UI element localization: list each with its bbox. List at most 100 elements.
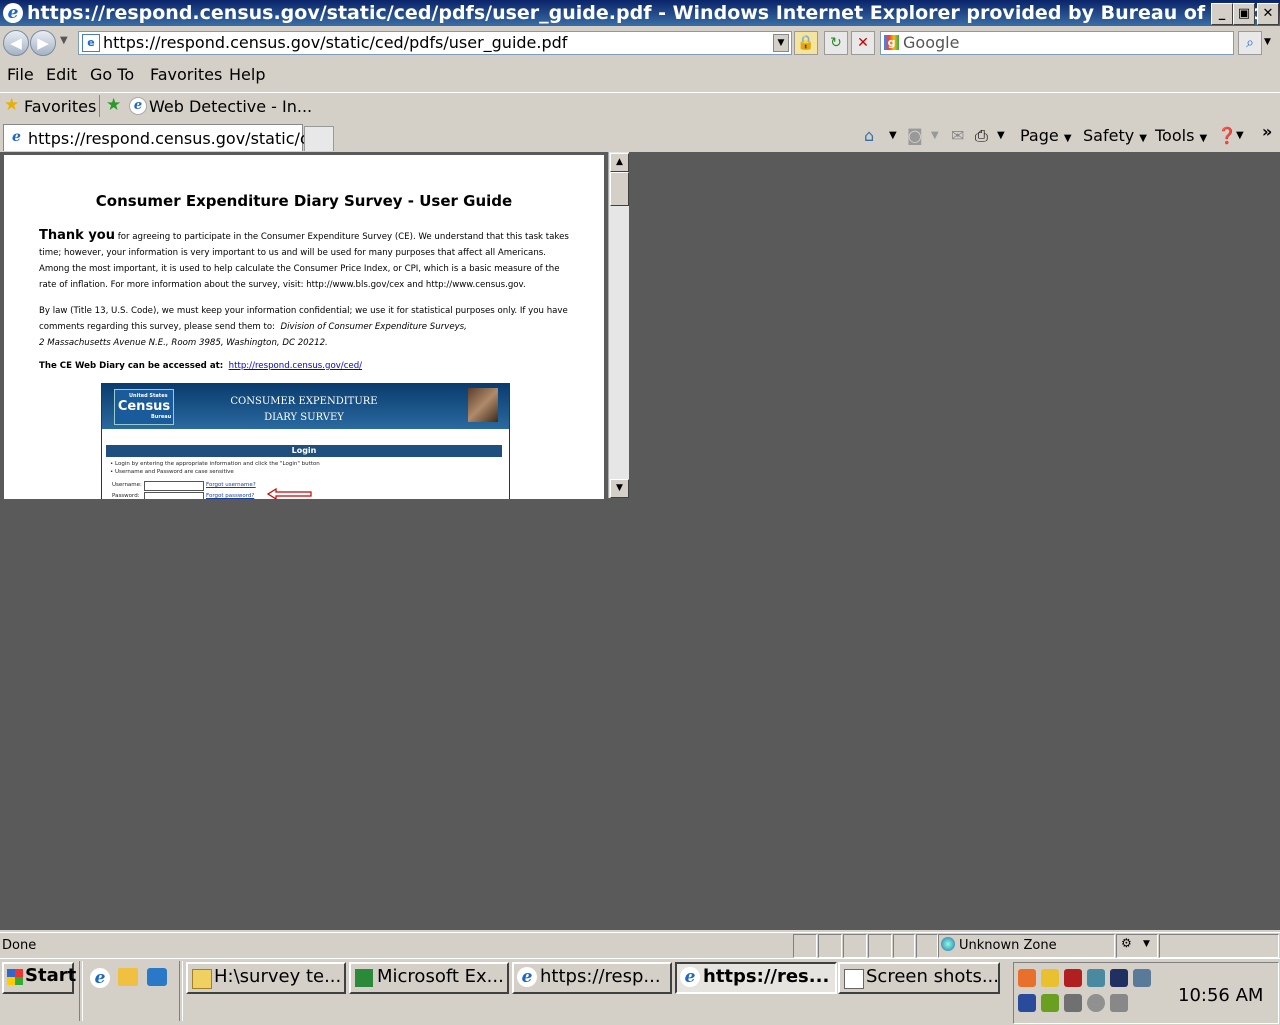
maximize-button[interactable]: ▣	[1233, 3, 1255, 25]
username-label: Username:	[112, 482, 142, 488]
quicklaunch-desktop-icon[interactable]	[147, 968, 167, 986]
back-button[interactable]: ◀	[3, 30, 29, 56]
password-label: Password:	[112, 493, 140, 499]
quicklaunch-ie-icon[interactable]: e	[90, 968, 110, 988]
ie-icon: e	[3, 3, 23, 23]
network-monitor-icon[interactable]	[1087, 969, 1105, 987]
status-segment	[843, 934, 867, 958]
safety-menu-label: Safety	[1083, 126, 1135, 145]
thank-you-text: Thank you	[39, 228, 115, 243]
intro-paragraph: Thank you for agreeing to participate in…	[39, 228, 574, 293]
refresh-icon[interactable]: ↻	[824, 31, 848, 55]
tab-title: https://respond.census.gov/static/c...	[28, 129, 324, 148]
tray-lock-icon[interactable]	[1041, 969, 1059, 987]
zone-segment[interactable]: Unknown Zone	[938, 934, 1115, 958]
menu-favorites[interactable]: Favorites	[150, 65, 222, 84]
system-tray: 10:56 AM	[1013, 962, 1279, 1024]
scroll-down-button[interactable]: ▼	[610, 479, 629, 498]
music-icon[interactable]	[1133, 969, 1151, 987]
minimize-button[interactable]: _	[1211, 3, 1233, 25]
password-input	[144, 492, 204, 499]
menu-file[interactable]: File	[7, 65, 34, 84]
java-icon[interactable]	[1018, 969, 1036, 987]
feeds-dropdown-icon[interactable]: ▼	[931, 130, 939, 141]
page-icon: e	[82, 34, 100, 52]
start-button[interactable]: Start	[2, 962, 76, 994]
help-icon[interactable]: ❓	[1217, 126, 1237, 145]
forward-button[interactable]: ▶	[30, 30, 56, 56]
title-bar[interactable]: e https://respond.census.gov/static/ced/…	[0, 0, 1280, 26]
feeds-icon[interactable]: ◙	[907, 126, 923, 145]
ie-icon: e	[517, 967, 537, 987]
ie-icon: e	[680, 967, 700, 987]
network-icon[interactable]	[1064, 994, 1082, 1012]
census-logo-sub: Bureau	[151, 414, 172, 420]
scroll-thumb[interactable]	[610, 172, 629, 206]
taskbar-item-ie-1[interactable]: e https://resp...	[512, 962, 672, 994]
search-icon[interactable]: ⌕	[1238, 31, 1262, 55]
address-dropdown-icon[interactable]: ▼	[773, 34, 789, 52]
taskbar-item-label: Screen shots...	[866, 966, 1000, 987]
safety-menu[interactable]: Safety ▼	[1083, 126, 1147, 145]
tab-active[interactable]: e https://respond.census.gov/static/c...	[3, 124, 324, 151]
taskbar-item-screenshots[interactable]: Screen shots...	[838, 962, 1000, 994]
excel-icon	[355, 969, 373, 987]
login-bullet-1: • Login by entering the appropriate info…	[110, 461, 320, 467]
display-icon[interactable]	[1018, 994, 1036, 1012]
menu-edit[interactable]: Edit	[46, 65, 77, 84]
home-dropdown-icon[interactable]: ▼	[889, 130, 897, 141]
more-commands-icon[interactable]: »	[1262, 122, 1272, 141]
taskbar-item-label: https://resp...	[540, 966, 661, 987]
search-box[interactable]: g Google	[880, 31, 1234, 55]
lock-icon[interactable]: 🔒	[794, 31, 818, 55]
ced-link[interactable]: http://respond.census.gov/ced/	[229, 361, 362, 371]
tray-app-icon[interactable]	[1110, 969, 1128, 987]
page-menu[interactable]: Page ▼	[1020, 126, 1072, 145]
print-icon[interactable]: ⎙	[975, 126, 988, 146]
quicklaunch-outlook-icon[interactable]	[118, 968, 138, 986]
page-menu-label: Page	[1020, 126, 1059, 145]
taskbar-item-excel[interactable]: Microsoft Ex...	[349, 962, 509, 994]
home-icon[interactable]: ⌂	[864, 126, 874, 145]
access-label: The CE Web Diary can be accessed at:	[39, 361, 224, 371]
volume-icon[interactable]	[1087, 994, 1105, 1012]
history-dropdown-icon[interactable]: ▼	[60, 35, 68, 46]
google-icon: g	[884, 35, 899, 50]
taskbar-item-label: Microsoft Ex...	[377, 966, 504, 987]
favorites-star-icon: ★	[4, 95, 20, 115]
search-options-icon[interactable]: ▼	[1264, 37, 1271, 47]
embedded-screenshot: United States Census Bureau CONSUMER EXP…	[101, 383, 510, 499]
new-tab-button[interactable]	[304, 126, 334, 151]
pdf-page[interactable]: Consumer Expenditure Diary Survey - User…	[4, 155, 604, 499]
favorites-button[interactable]: Favorites	[24, 97, 96, 116]
settings-icon[interactable]	[1110, 994, 1128, 1012]
mail-icon[interactable]: ✉	[951, 126, 964, 145]
add-favorite-icon[interactable]: ★	[106, 95, 121, 115]
vertical-scrollbar[interactable]: ▲ ▼	[608, 152, 629, 498]
tools-menu[interactable]: Tools ▼	[1155, 126, 1207, 145]
tab-ie-icon: e	[8, 129, 25, 146]
help-dropdown-icon[interactable]: ▼	[1236, 130, 1244, 141]
zoom-dropdown-icon[interactable]: ▼	[1143, 939, 1150, 949]
close-button[interactable]: ✕	[1257, 3, 1279, 25]
print-dropdown-icon[interactable]: ▼	[997, 130, 1005, 141]
protected-mode-icon: ⚙	[1121, 936, 1132, 950]
address-line-1: Division of Consumer Expenditure Surveys…	[280, 322, 467, 332]
stop-icon[interactable]: ✕	[851, 31, 875, 55]
favorite-link-web-detective[interactable]: Web Detective - In...	[149, 97, 312, 116]
mcafee-icon[interactable]	[1064, 969, 1082, 987]
status-segment	[818, 934, 842, 958]
menu-goto[interactable]: Go To	[90, 65, 134, 84]
address-bar[interactable]: e https://respond.census.gov/static/ced/…	[78, 31, 792, 55]
window-title: https://respond.census.gov/static/ced/pd…	[27, 2, 1280, 24]
taskbar-item-survey-folder[interactable]: H:\survey te...	[186, 962, 346, 994]
menu-help[interactable]: Help	[229, 65, 265, 84]
zoom-segment[interactable]: ⚙ ▼	[1116, 934, 1158, 958]
scroll-up-button[interactable]: ▲	[610, 153, 629, 172]
nvidia-icon[interactable]	[1041, 994, 1059, 1012]
taskbar-item-ie-active[interactable]: e https://res...	[675, 962, 837, 994]
status-segment	[1159, 934, 1279, 958]
clock[interactable]: 10:56 AM	[1178, 985, 1263, 1006]
tools-menu-label: Tools	[1155, 126, 1195, 145]
address-input[interactable]: https://respond.census.gov/static/ced/pd…	[103, 33, 567, 52]
